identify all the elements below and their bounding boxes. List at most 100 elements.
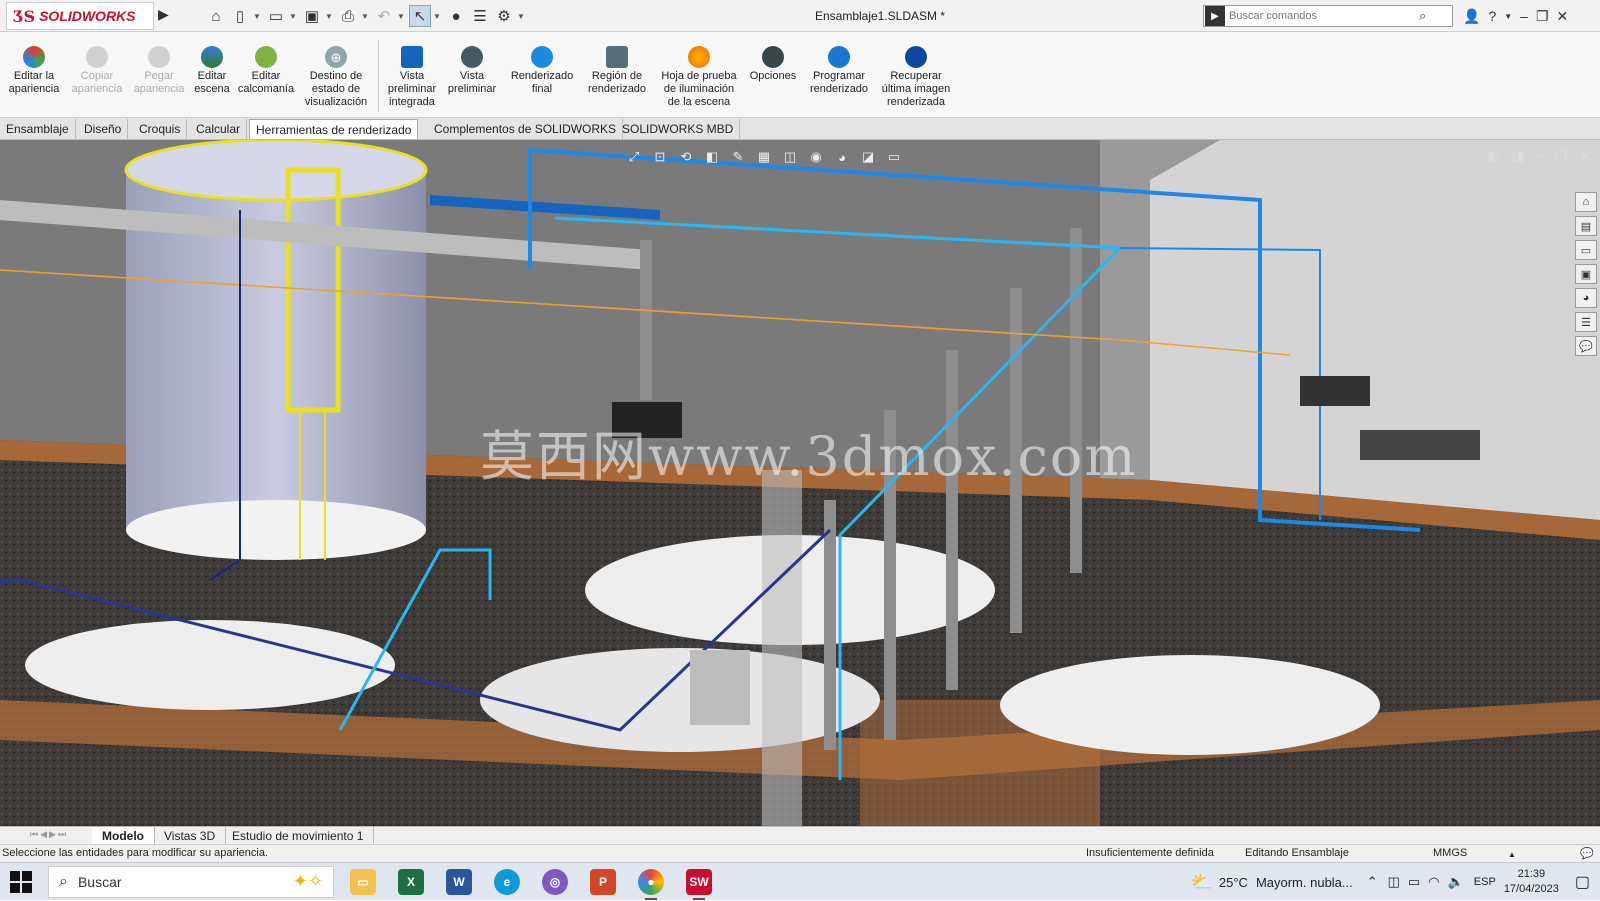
next-tab-icon[interactable]: ▶ [49,829,56,840]
solidworks-resources-icon[interactable]: ⌂ [1575,192,1597,212]
new-document-icon[interactable]: ▯ [229,5,251,27]
home-icon[interactable]: ⌂ [205,5,227,27]
edit-appearance-button[interactable]: Editar la apariencia [6,46,62,96]
new-dropdown-icon[interactable]: ▼ [253,12,263,21]
edge-app-icon[interactable]: e [494,869,520,895]
view-settings-icon[interactable]: ▭ [885,148,903,166]
command-search[interactable]: ▶ ⌕ [1203,5,1453,27]
custom-properties-icon[interactable]: ☰ [1575,312,1597,332]
edit-scene-button[interactable]: Editar escena [190,46,234,96]
tab-complementos-de-solidworks[interactable]: Complementos de SOLIDWORKS [428,119,624,139]
solidworks-logo[interactable]: ƷS SOLIDWORKS [6,2,154,30]
rebuild-traffic-light-icon[interactable]: ● [445,5,467,27]
edit-appearance-hud-icon[interactable]: ◕ [833,148,851,166]
help-dropdown-icon[interactable]: ▼ [1504,12,1512,21]
preview-window-button[interactable]: Vista preliminar [444,46,500,96]
chrome-app-icon[interactable]: ● [638,869,664,895]
command-search-input[interactable] [1229,10,1419,22]
render-region-button[interactable]: Región de renderizado [582,46,652,96]
last-tab-icon[interactable]: ⏭ [58,829,66,840]
save-dropdown-icon[interactable]: ▼ [325,12,335,21]
menu-expand-arrow-icon[interactable]: ▶ [158,6,172,26]
units-up-icon[interactable]: ▲ [1508,850,1516,859]
notifications-icon[interactable]: ▢ [1575,872,1590,892]
file-explorer-icon[interactable]: ▭ [1575,240,1597,260]
display-style-icon[interactable]: ◫ [781,148,799,166]
paste-appearance-button[interactable]: Pegar apariencia [130,46,188,96]
meet-now-icon[interactable]: ◫ [1388,874,1400,890]
wifi-icon[interactable]: ◠ [1428,874,1439,890]
file-explorer-app-icon[interactable]: ▭ [350,869,376,895]
battery-icon[interactable]: ▭ [1408,874,1420,890]
undo-icon[interactable]: ↶ [373,5,395,27]
section-view-icon[interactable]: ◧ [703,148,721,166]
save-icon[interactable]: ▣ [301,5,323,27]
options-button[interactable]: Opciones [744,46,802,83]
select-dropdown-icon[interactable]: ▼ [433,12,443,21]
unit-system[interactable]: MMGS [1433,847,1467,859]
close-icon[interactable]: ✕ [1557,8,1569,25]
open-dropdown-icon[interactable]: ▼ [289,12,299,21]
tab-scroll-arrows[interactable]: ⏮ ◀ ▶ ⏭ [30,829,66,840]
user-account-icon[interactable]: 👤 [1463,8,1480,25]
minimize-icon[interactable]: – [1520,8,1528,24]
search-icon[interactable]: ⌕ [1419,8,1426,24]
first-tab-icon[interactable]: ⏮ [30,829,38,840]
viewport-tile-right-icon[interactable]: ◨ [1512,148,1524,164]
viewport-close-icon[interactable]: ✕ [1579,148,1590,164]
apply-scene-icon[interactable]: ◪ [859,148,877,166]
copy-appearance-button[interactable]: Copiar apariencia [68,46,126,96]
excel-app-icon[interactable]: X [398,869,424,895]
tab-croquis[interactable]: Croquis [133,119,188,139]
tab-vistas-3d[interactable]: Vistas 3D [154,827,227,845]
previous-view-icon[interactable]: ⟲ [677,148,695,166]
volume-icon[interactable]: 🔈 [1448,874,1464,890]
windows-start-icon[interactable] [10,871,32,893]
zoom-to-area-icon[interactable]: ⊡ [651,148,669,166]
restore-icon[interactable]: ❐ [1536,8,1549,25]
prev-tab-icon[interactable]: ◀ [40,829,47,840]
select-cursor-icon[interactable]: ↖ [409,5,431,27]
view-palette-icon[interactable]: ▣ [1575,264,1597,284]
tab-herramientas-de-renderizado[interactable]: Herramientas de renderizado [249,119,419,139]
final-render-button[interactable]: Renderizado final [506,46,578,96]
tab-diseno[interactable]: Diseño [78,119,129,139]
undo-dropdown-icon[interactable]: ▼ [397,12,407,21]
edit-decal-button[interactable]: Editar calcomanía [236,46,296,96]
help-icon[interactable]: ? [1488,8,1496,24]
input-language[interactable]: ESP [1474,876,1496,888]
solidworks-app-icon[interactable]: SW [686,869,712,895]
tab-calcular[interactable]: Calcular [190,119,248,139]
word-app-icon[interactable]: W [446,869,472,895]
solidworks-forum-icon[interactable]: 💬 [1575,336,1597,356]
weather-temperature[interactable]: 25°C [1219,875,1248,890]
hide-show-items-icon[interactable]: ◉ [807,148,825,166]
view-orientation-icon[interactable]: ▦ [755,148,773,166]
recall-last-render-button[interactable]: Recuperar última imagen renderizada [876,46,956,109]
powerpoint-app-icon[interactable]: P [590,869,616,895]
tooltip-icon[interactable]: 💬 [1580,847,1594,860]
search-scope-icon[interactable]: ▶ [1205,6,1225,26]
viewport-tile-left-icon[interactable]: ◧ [1488,148,1500,164]
taskbar-clock[interactable]: 21:39 17/04/2023 [1504,867,1559,897]
tab-estudio-de-movimiento[interactable]: Estudio de movimiento 1 [222,827,375,845]
schedule-render-button[interactable]: Programar renderizado [804,46,874,96]
dynamic-annotation-icon[interactable]: ✎ [729,148,747,166]
open-folder-icon[interactable]: ▭ [265,5,287,27]
taskbar-search[interactable]: ⌕ Buscar ✦✧ [48,866,334,898]
show-hidden-icons-icon[interactable]: ⌃ [1367,874,1378,890]
design-library-icon[interactable]: ▤ [1575,216,1597,236]
graphics-area[interactable]: 莫西网www.3dmox.com ⤢ ⊡ ⟲ ◧ ✎ ▦ ◫ ◉ ◕ ◪ ▭ ◧… [0,140,1600,826]
appearances-scenes-icon[interactable]: ◕ [1575,288,1597,308]
settings-gear-icon[interactable]: ⚙ [493,5,515,27]
settings-dropdown-icon[interactable]: ▼ [517,12,527,21]
print-dropdown-icon[interactable]: ▼ [361,12,371,21]
display-state-target-button[interactable]: ⊕ Destino de estado de visualización [300,46,372,109]
3d-app-icon[interactable]: ◎ [542,869,568,895]
scene-illumination-proof-sheet-button[interactable]: Hoja de prueba de iluminación de la esce… [654,46,744,109]
file-properties-icon[interactable]: ☰ [469,5,491,27]
print-icon[interactable]: ⎙ [337,5,359,27]
integrated-preview-button[interactable]: Vista preliminar integrada [382,46,442,109]
viewport-restore-icon[interactable]: ❐ [1555,148,1567,164]
weather-description[interactable]: Mayorm. nubla... [1256,875,1353,890]
